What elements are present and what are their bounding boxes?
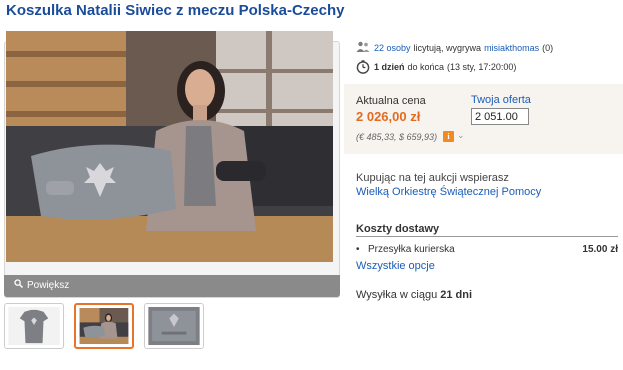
shipping-method: Przesyłka kurierska [368,244,455,255]
winner-rating: (0) [542,43,554,53]
auction-info: 22 osoby licytują, wygrywa misiakthomas … [356,41,623,74]
thumbnail-woman-holding-shirt[interactable] [74,303,134,349]
magnifier-icon [14,275,24,297]
bullet-icon: • [356,244,360,255]
thumbnail-strip [4,303,204,349]
current-price-value: 2 026,00 zł [356,109,421,124]
dispatch-days: 21 dni [440,289,473,301]
shipping-divider [356,236,618,237]
charity-link[interactable]: Wielką Orkiestrę Świątecznej Pomocy [356,186,541,198]
thumbnail-shirt-detail[interactable] [144,303,204,349]
bidders-count-link[interactable]: 22 osoby [374,43,411,53]
dispatch-time: Wysyłka w ciągu 21 dni [356,289,472,301]
charity-support: Kupując na tej aukcji wspierasz Wielką O… [356,172,541,198]
time-left-text: do końca [407,62,445,72]
main-photo[interactable] [6,31,333,262]
all-shipping-options-link[interactable]: Wszystkie opcje [356,260,435,272]
price-box: Aktualna cena 2 026,00 zł (€ 485,33, $ 6… [344,84,623,154]
your-offer-input[interactable] [471,108,529,125]
info-icon[interactable]: i [443,131,454,142]
dispatch-prefix: Wysyłka w ciągu [356,289,438,301]
bidders-row: 22 osoby licytują, wygrywa misiakthomas … [356,41,623,55]
users-icon [356,41,370,55]
thumbnail-image [8,307,60,345]
page-title: Koszulka Natalii Siwiec z meczu Polska-C… [6,2,345,19]
zoom-bar[interactable]: Powiększ [4,275,340,297]
thumbnail-image [79,308,129,344]
thumbnail-image [148,307,200,345]
charity-text: Kupując na tej aukcji wspierasz [356,172,509,184]
end-date: (13 sty, 17:20:00) [447,62,517,72]
clock-icon [356,60,370,74]
bidders-text: licytują, wygrywa [413,43,482,53]
current-price-label: Aktualna cena [356,95,426,107]
shipping-option-row: • Przesyłka kurierska 15.00 zł [356,244,618,255]
shipping-title: Koszty dostawy [356,223,440,235]
shipping-price: 15.00 zł [582,244,618,255]
your-offer-label[interactable]: Twoja oferta [471,94,531,106]
zoom-label: Powiększ [27,280,70,291]
price-currency-conversion: (€ 485,33, $ 659,93) [356,132,438,142]
time-left-row: 1 dzień do końca (13 sty, 17:20:00) [356,60,623,74]
time-left-value: 1 dzień [374,62,405,72]
winner-link[interactable]: misiakthomas [484,43,539,53]
main-photo-image [6,31,333,262]
chevron-down-icon[interactable]: ⌄ [457,130,465,141]
thumbnail-shirt-front[interactable] [4,303,64,349]
